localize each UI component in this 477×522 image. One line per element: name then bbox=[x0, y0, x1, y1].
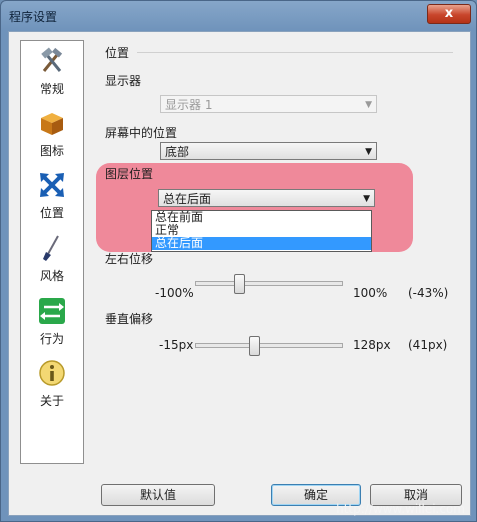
horizontal-offset-value: (-43%) bbox=[408, 286, 449, 300]
sidebar-item-label: 风格 bbox=[39, 269, 64, 283]
vertical-offset-max: 128px bbox=[353, 338, 391, 352]
window-title: 程序设置 bbox=[9, 10, 58, 24]
vertical-offset-value: (41px) bbox=[408, 338, 448, 352]
exchange-icon bbox=[39, 298, 65, 324]
sidebar-item-label: 常规 bbox=[39, 82, 64, 96]
title-bar[interactable]: 程序设置 x bbox=[1, 1, 476, 31]
screen-position-value: 底部 bbox=[165, 145, 190, 159]
section-divider bbox=[137, 52, 453, 53]
layer-position-select[interactable]: 总在后面 ▼ bbox=[158, 189, 375, 207]
arrows-icon bbox=[40, 173, 64, 197]
watermark-text: http://www.willei.com bbox=[336, 502, 465, 516]
box-icon bbox=[41, 113, 63, 135]
hammer-icon bbox=[41, 47, 63, 72]
horizontal-offset-label: 左右位移 bbox=[105, 252, 154, 266]
vertical-offset-label: 垂直偏移 bbox=[105, 312, 154, 326]
dropdown-option[interactable]: 总在前面 bbox=[152, 211, 371, 224]
sidebar-item-behavior[interactable]: 行为 bbox=[21, 297, 83, 357]
chevron-down-icon: ▼ bbox=[363, 194, 370, 204]
close-button[interactable]: x bbox=[427, 4, 471, 24]
layer-position-value: 总在后面 bbox=[163, 192, 212, 206]
layer-position-label: 图层位置 bbox=[105, 167, 154, 181]
layer-position-dropdown: 总在前面 正常 总在后面 bbox=[151, 210, 372, 252]
vertical-offset-thumb[interactable] bbox=[249, 336, 260, 356]
chevron-down-icon: ▼ bbox=[365, 147, 372, 157]
sidebar-item-about[interactable]: 关于 bbox=[21, 359, 83, 419]
display-select[interactable]: 显示器 1 ▼ bbox=[160, 95, 377, 113]
section-title: 位置 bbox=[105, 46, 130, 60]
sidebar-item-label: 行为 bbox=[39, 332, 64, 346]
sidebar-item-position[interactable]: 位置 bbox=[21, 171, 83, 231]
sidebar-item-icons[interactable]: 图标 bbox=[21, 109, 83, 169]
display-select-value: 显示器 1 bbox=[165, 98, 213, 112]
horizontal-offset-slider[interactable] bbox=[195, 281, 343, 286]
vertical-offset-slider[interactable] bbox=[195, 343, 343, 348]
display-label: 显示器 bbox=[105, 74, 142, 88]
chevron-down-icon: ▼ bbox=[365, 100, 372, 110]
sidebar-item-general[interactable]: 常规 bbox=[21, 47, 83, 107]
horizontal-offset-min: -100% bbox=[155, 286, 194, 300]
horizontal-offset-max: 100% bbox=[353, 286, 388, 300]
screen-position-label: 屏幕中的位置 bbox=[105, 126, 178, 140]
client-area: 常规 图标 位置 风格 行为 关于 位置 显示器 显示器 1 ▼ 屏幕中的位置 … bbox=[8, 31, 471, 516]
sidebar-item-style[interactable]: 风格 bbox=[21, 234, 83, 294]
category-sidebar: 常规 图标 位置 风格 行为 关于 bbox=[20, 40, 84, 464]
sidebar-item-label: 图标 bbox=[39, 144, 64, 158]
horizontal-offset-thumb[interactable] bbox=[234, 274, 245, 294]
sidebar-item-label: 位置 bbox=[39, 206, 64, 220]
default-button[interactable]: 默认值 bbox=[101, 484, 215, 506]
info-icon bbox=[39, 360, 65, 386]
vertical-offset-min: -15px bbox=[159, 338, 194, 352]
brush-icon bbox=[43, 235, 59, 261]
dropdown-option-selected[interactable]: 总在后面 bbox=[152, 237, 371, 250]
sidebar-item-label: 关于 bbox=[39, 394, 64, 408]
screen-position-select[interactable]: 底部 ▼ bbox=[160, 142, 377, 160]
settings-window: 程序设置 x 常规 图标 位置 风格 行为 关于 位置 显示器 显示器 1 ▼ … bbox=[0, 0, 477, 522]
